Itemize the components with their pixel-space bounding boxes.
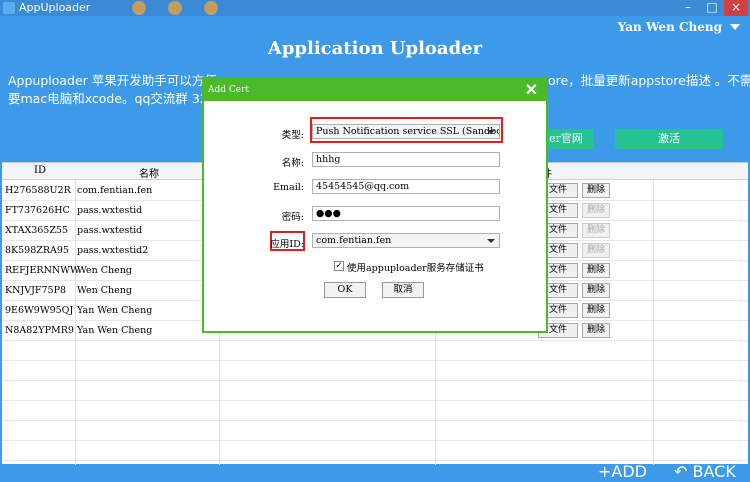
chevron-down-icon: [487, 130, 495, 134]
close-window-icon[interactable]: ×: [724, 0, 748, 16]
empty-table-row: [2, 361, 748, 381]
cancel-button[interactable]: 取消: [382, 282, 424, 298]
cell-name: Wen Cheng: [77, 265, 132, 276]
taskbar-icons: [82, 0, 282, 16]
delete-button[interactable]: 删除: [582, 183, 610, 198]
type-select[interactable]: Push Notification service SSL (Sandbox &…: [312, 124, 500, 139]
ok-button[interactable]: OK: [324, 282, 366, 298]
appid-label: 应用ID:: [270, 239, 304, 250]
cell-name: pass.wxtestid2: [77, 245, 149, 256]
store-cert-label: 使用appuploader服务存储证书: [347, 263, 484, 274]
email-field[interactable]: 45454545@qq.com: [312, 179, 500, 194]
empty-table-row: [2, 381, 748, 401]
delete-button[interactable]: 删除: [582, 283, 610, 298]
dialog-header: Add Cert ✕: [204, 79, 546, 101]
back-arrow-icon: ↶: [674, 462, 693, 481]
password-field[interactable]: ●●●: [312, 206, 500, 221]
user-menu-chevron-down-icon[interactable]: [730, 24, 740, 30]
empty-table-row: [2, 441, 748, 461]
store-cert-checkbox[interactable]: ✓: [334, 261, 344, 271]
appid-select[interactable]: com.fentian.fen: [312, 233, 500, 248]
cell-id: REFJERNNWW: [5, 265, 80, 276]
chevron-down-icon: [487, 239, 495, 243]
type-select-value: Push Notification service SSL (Sandbox &…: [316, 126, 499, 137]
empty-table-row: [2, 401, 748, 421]
column-header-name: 名称: [139, 169, 159, 180]
delete-button[interactable]: 删除: [582, 263, 610, 278]
cell-id: KNJVJF75P8: [5, 285, 67, 296]
cell-id: 8K598ZRA95: [5, 245, 69, 256]
description-line-2: 要mac电脑和xcode。qq交流群 326: [8, 91, 216, 106]
name-field[interactable]: hhhg: [312, 152, 500, 167]
activate-button[interactable]: 激活: [615, 129, 723, 149]
column-header-id: ID: [34, 165, 46, 176]
description-line-1-right: ore，批量更新appstore描述 。不需: [548, 73, 750, 88]
cell-name: pass.wxtestid: [77, 205, 143, 216]
delete-button[interactable]: 删除: [582, 303, 610, 318]
window-title: AppUploader: [19, 1, 91, 14]
cell-name: Yan Wen Cheng: [77, 325, 153, 336]
dialog-title: Add Cert: [208, 85, 250, 95]
cell-id: 9E6W9W95QJ: [5, 305, 74, 316]
email-label: Email:: [273, 182, 304, 193]
cell-name: Wen Cheng: [77, 285, 132, 296]
cell-id: H276588U2R: [5, 185, 71, 196]
delete-button: 删除: [582, 223, 610, 238]
cell-id: N8A82YPMR9: [5, 325, 74, 336]
delete-button: 删除: [582, 243, 610, 258]
description-line-1: Appuploader 苹果开发助手可以方便: [8, 73, 217, 88]
add-button[interactable]: +ADD: [598, 462, 647, 481]
cell-id: XTAX365Z55: [5, 225, 69, 236]
user-name[interactable]: Yan Wen Cheng: [618, 20, 722, 34]
name-label: 名称:: [281, 158, 304, 169]
back-label: BACK: [692, 462, 736, 481]
password-label: 密码:: [281, 212, 304, 223]
empty-table-row: [2, 421, 748, 441]
add-cert-dialog: Add Cert ✕ 类型: Push Notification service…: [202, 77, 548, 333]
empty-table-row: [2, 341, 748, 361]
page-title: Application Uploader: [267, 38, 483, 59]
window-title-bar: AppUploader – □ ×: [0, 0, 750, 16]
delete-button: 删除: [582, 203, 610, 218]
type-label: 类型:: [281, 130, 304, 141]
cell-name: Yan Wen Cheng: [77, 305, 153, 316]
appid-select-value: com.fentian.fen: [316, 235, 392, 246]
maximize-icon[interactable]: □: [700, 0, 724, 16]
delete-button[interactable]: 删除: [582, 323, 610, 338]
cell-id: FT737626HC: [5, 205, 70, 216]
cell-name: pass.wxtestid: [77, 225, 143, 236]
minimize-icon[interactable]: –: [676, 0, 700, 16]
back-button[interactable]: ↶ BACK: [674, 462, 736, 481]
app-icon: [3, 2, 15, 14]
close-icon[interactable]: ✕: [525, 80, 538, 99]
cell-name: com.fentian.fen: [77, 185, 153, 196]
